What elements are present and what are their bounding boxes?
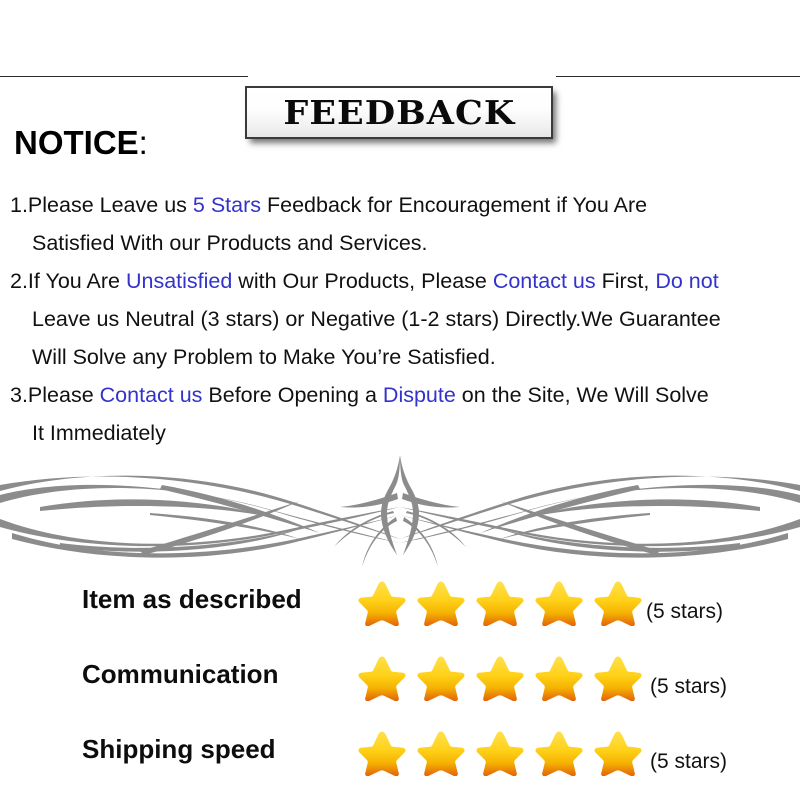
star-icon (535, 656, 583, 701)
star-icon (594, 656, 642, 701)
rating-row: Item as described (5 stars) (0, 572, 800, 647)
star-count-label: (5 stars) (646, 600, 724, 623)
notice-line: 2.If You Are Unsatisfied with Our Produc… (10, 262, 800, 300)
rating-label: Item as described (82, 584, 302, 614)
rating-row: Communication (5 stars) (0, 647, 800, 722)
notice-highlight-text: Contact us (492, 269, 596, 293)
feedback-title-box: FEEDBACK (245, 86, 553, 139)
notice-line: Satisfied With our Products and Services… (10, 224, 800, 262)
notice-text: on the Site, We Will Solve (455, 383, 709, 407)
star-icon (594, 731, 642, 776)
star-icon (594, 581, 642, 626)
notice-highlight-text: Unsatisfied (125, 269, 233, 293)
star-count-label: (5 stars) (650, 750, 728, 773)
star-icon (476, 656, 524, 701)
notice-line: 1.Please Leave us 5 Stars Feedback for E… (10, 186, 800, 224)
star-icon (476, 581, 524, 626)
star-rating (358, 580, 642, 626)
star-icon (535, 731, 583, 776)
rating-label: Shipping speed (82, 734, 276, 764)
ratings-section: Item as described (5 stars) Communication (… (0, 572, 800, 797)
star-icon (358, 731, 406, 776)
notice-highlight-text: Dispute (382, 383, 456, 407)
header-rule-right (556, 76, 800, 77)
star-count-label: (5 stars) (650, 675, 728, 698)
star-icon (417, 731, 465, 776)
notice-text: 3.Please (10, 383, 100, 407)
star-icon (358, 656, 406, 701)
notice-text: It Immediately (32, 421, 166, 445)
notice-text: Satisfied With our Products and Services… (32, 231, 428, 255)
star-rating (358, 655, 642, 701)
notice-text: Before Opening a (202, 383, 383, 407)
notice-line: Leave us Neutral (3 stars) or Negative (… (10, 300, 800, 338)
star-icon (417, 581, 465, 626)
notice-list: 1.Please Leave us 5 Stars Feedback for E… (10, 186, 800, 452)
notice-highlight-text: 5 Stars (192, 193, 267, 217)
star-icon (417, 656, 465, 701)
notice-highlight-text: Contact us (99, 383, 203, 407)
decorative-flourish-divider (0, 455, 800, 570)
star-icon (358, 581, 406, 626)
rating-row: Shipping speed (5 stars) (0, 722, 800, 797)
notice-heading: NOTICE: (14, 124, 148, 162)
header-rule-left (0, 76, 248, 77)
notice-text: with Our Products, Please (232, 269, 493, 293)
feedback-header: FEEDBACK (0, 40, 800, 139)
rating-label: Communication (82, 659, 279, 689)
notice-line: 3.Please Contact us Before Opening a Dis… (10, 376, 800, 414)
star-rating (358, 730, 642, 776)
notice-heading-colon: : (138, 124, 148, 161)
notice-highlight-text: Do not (655, 269, 719, 293)
notice-text: Leave us Neutral (3 stars) or Negative (… (32, 307, 721, 331)
page-title: FEEDBACK (283, 93, 515, 132)
notice-line: Will Solve any Problem to Make You’re Sa… (10, 338, 800, 376)
notice-text: First, (595, 269, 656, 293)
notice-text: 1.Please Leave us (10, 193, 193, 217)
notice-text: Feedback for Encouragement if You Are (266, 193, 648, 217)
notice-text: Will Solve any Problem to Make You’re Sa… (32, 345, 496, 369)
star-icon (476, 731, 524, 776)
notice-heading-text: NOTICE (14, 124, 139, 161)
notice-text: 2.If You Are (10, 269, 126, 293)
star-icon (535, 581, 583, 626)
notice-line: It Immediately (10, 414, 800, 452)
